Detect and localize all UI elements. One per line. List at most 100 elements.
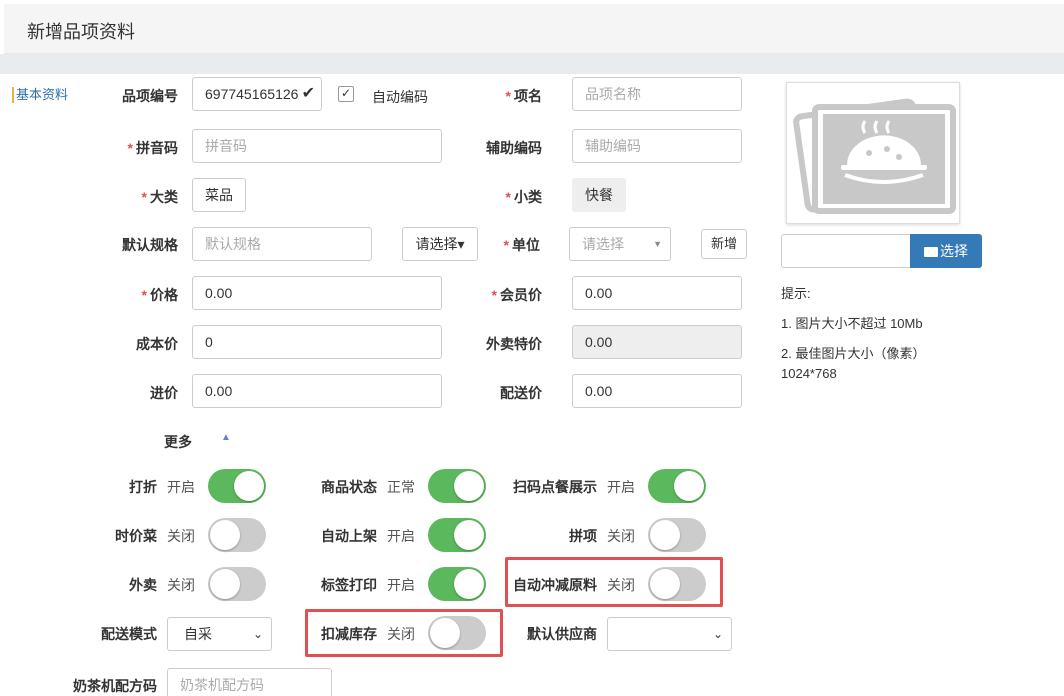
switch-knob bbox=[234, 471, 264, 501]
auto-deduct-state: 关闭 bbox=[607, 577, 635, 593]
default-supplier-select[interactable]: ⌄ bbox=[607, 617, 732, 651]
spec-choose-button[interactable]: 请选择▾ bbox=[402, 227, 478, 261]
aux-code-label: 辅助编码 bbox=[486, 140, 542, 156]
required-mark: * bbox=[505, 88, 511, 104]
switch-knob bbox=[454, 569, 484, 599]
auto-code-checkbox[interactable]: ✓ bbox=[338, 86, 354, 102]
scan-show-switch[interactable] bbox=[648, 469, 706, 503]
page-header: 新增品项资料 bbox=[4, 4, 1064, 54]
member-price-input[interactable]: 0.00 bbox=[572, 276, 742, 310]
header-divider bbox=[0, 54, 1064, 74]
combo-state: 关闭 bbox=[607, 528, 635, 544]
switch-knob bbox=[210, 520, 240, 550]
status-label: 商品状态 bbox=[321, 479, 377, 495]
caret-down-icon: ▼ bbox=[653, 239, 662, 249]
unit-add-button[interactable]: 新增 bbox=[701, 229, 747, 259]
required-mark: * bbox=[127, 140, 133, 156]
aux-code-input[interactable]: 辅助编码 bbox=[572, 129, 742, 163]
stock-deduct-state: 关闭 bbox=[387, 626, 415, 642]
takeout-price-input: 0.00 bbox=[572, 325, 742, 359]
unit-select-value: 请选择 bbox=[582, 236, 624, 252]
auto-deduct-switch[interactable] bbox=[648, 567, 706, 601]
status-switch[interactable] bbox=[428, 469, 486, 503]
item-image-placeholder bbox=[786, 82, 960, 224]
price-label: * 价格 bbox=[110, 285, 178, 305]
food-image-icon bbox=[793, 98, 956, 214]
label-print-switch[interactable] bbox=[428, 567, 486, 601]
seasonal-switch[interactable] bbox=[208, 518, 266, 552]
auto-code-label: 自动编码 bbox=[372, 89, 428, 105]
delivery-mode-label: 配送模式 bbox=[101, 626, 157, 642]
auto-shelf-switch[interactable] bbox=[428, 518, 486, 552]
milktea-code-label: 奶茶机配方码 bbox=[73, 678, 157, 694]
pinyin-label-text: 拼音码 bbox=[136, 140, 178, 156]
combo-switch[interactable] bbox=[648, 518, 706, 552]
collapse-arrow-icon[interactable]: ▲ bbox=[221, 432, 231, 443]
switch-knob bbox=[650, 520, 680, 550]
chevron-down-icon: ⌄ bbox=[712, 627, 723, 641]
required-mark: * bbox=[141, 189, 147, 205]
unit-select[interactable]: 请选择 ▼ bbox=[569, 227, 671, 261]
switch-knob bbox=[454, 520, 484, 550]
cost-label: 成本价 bbox=[136, 336, 178, 352]
price-input[interactable]: 0.00 bbox=[192, 276, 442, 310]
delivery-mode-select[interactable]: 自采 ⌄ bbox=[167, 617, 272, 651]
member-price-label-text: 会员价 bbox=[500, 287, 542, 303]
switch-knob bbox=[454, 471, 484, 501]
status-state: 正常 bbox=[387, 479, 415, 495]
item-code-value: 697745165126 bbox=[205, 86, 299, 102]
tip-size-limit: 1. 图片大小不超过 10Mb bbox=[781, 316, 923, 331]
more-label[interactable]: 更多 bbox=[164, 432, 192, 452]
auto-deduct-label: 自动冲减原料 bbox=[513, 577, 597, 593]
folder-open-icon bbox=[924, 247, 938, 257]
milktea-code-input[interactable]: 奶茶机配方码 bbox=[167, 668, 332, 696]
subcategory-label: * 小类 bbox=[480, 187, 542, 207]
chevron-down-icon: ⌄ bbox=[252, 627, 263, 641]
price-label-text: 价格 bbox=[150, 287, 178, 303]
name-label-text: 项名 bbox=[514, 88, 542, 104]
label-print-state: 开启 bbox=[387, 577, 415, 593]
spec-label: 默认规格 bbox=[122, 237, 178, 253]
auto-shelf-state: 开启 bbox=[387, 528, 415, 544]
switch-knob bbox=[650, 569, 680, 599]
code-label: 品项编号 bbox=[122, 88, 178, 104]
required-mark: * bbox=[141, 287, 147, 303]
subcategory-button[interactable]: 快餐 bbox=[572, 178, 626, 212]
cost-input[interactable]: 0 bbox=[192, 325, 442, 359]
seasonal-state: 关闭 bbox=[167, 528, 195, 544]
discount-state: 开启 bbox=[167, 479, 195, 495]
name-label: * 项名 bbox=[480, 86, 542, 106]
member-price-label: * 会员价 bbox=[470, 285, 542, 305]
switch-knob bbox=[210, 569, 240, 599]
discount-switch[interactable] bbox=[208, 469, 266, 503]
image-file-input[interactable] bbox=[781, 234, 911, 268]
item-code-input[interactable]: 697745165126 ✔ bbox=[192, 77, 322, 111]
switch-knob bbox=[674, 471, 704, 501]
takeout-label: 外卖 bbox=[129, 577, 157, 593]
category-label-text: 大类 bbox=[150, 189, 178, 205]
takeout-state: 关闭 bbox=[167, 577, 195, 593]
default-supplier-label: 默认供应商 bbox=[527, 626, 597, 642]
purchase-price-input[interactable]: 0.00 bbox=[192, 374, 442, 408]
purchase-price-label: 进价 bbox=[150, 385, 178, 401]
unit-label-text: 单位 bbox=[512, 237, 540, 253]
category-button[interactable]: 菜品 bbox=[192, 178, 246, 212]
category-label: * 大类 bbox=[110, 187, 178, 207]
pinyin-input[interactable]: 拼音码 bbox=[192, 129, 442, 163]
delivery-price-input[interactable]: 0.00 bbox=[572, 374, 742, 408]
required-mark: * bbox=[491, 287, 497, 303]
combo-label: 拼项 bbox=[569, 528, 597, 544]
tip-best-size: 2. 最佳图片大小（像素） bbox=[781, 346, 926, 361]
auto-shelf-label: 自动上架 bbox=[321, 528, 377, 544]
stock-deduct-label: 扣减库存 bbox=[321, 626, 377, 642]
item-name-input[interactable]: 品项名称 bbox=[572, 77, 742, 111]
subcategory-label-text: 小类 bbox=[514, 189, 542, 205]
choose-image-button[interactable]: 选择 bbox=[910, 234, 982, 268]
takeout-switch[interactable] bbox=[208, 567, 266, 601]
tab-basic-info[interactable]: 基本资料 bbox=[12, 87, 68, 103]
spec-input[interactable]: 默认规格 bbox=[192, 227, 372, 261]
scan-show-label: 扫码点餐展示 bbox=[513, 479, 597, 495]
required-mark: * bbox=[503, 237, 509, 253]
stock-deduct-switch[interactable] bbox=[428, 616, 486, 650]
takeout-price-label: 外卖特价 bbox=[486, 336, 542, 352]
